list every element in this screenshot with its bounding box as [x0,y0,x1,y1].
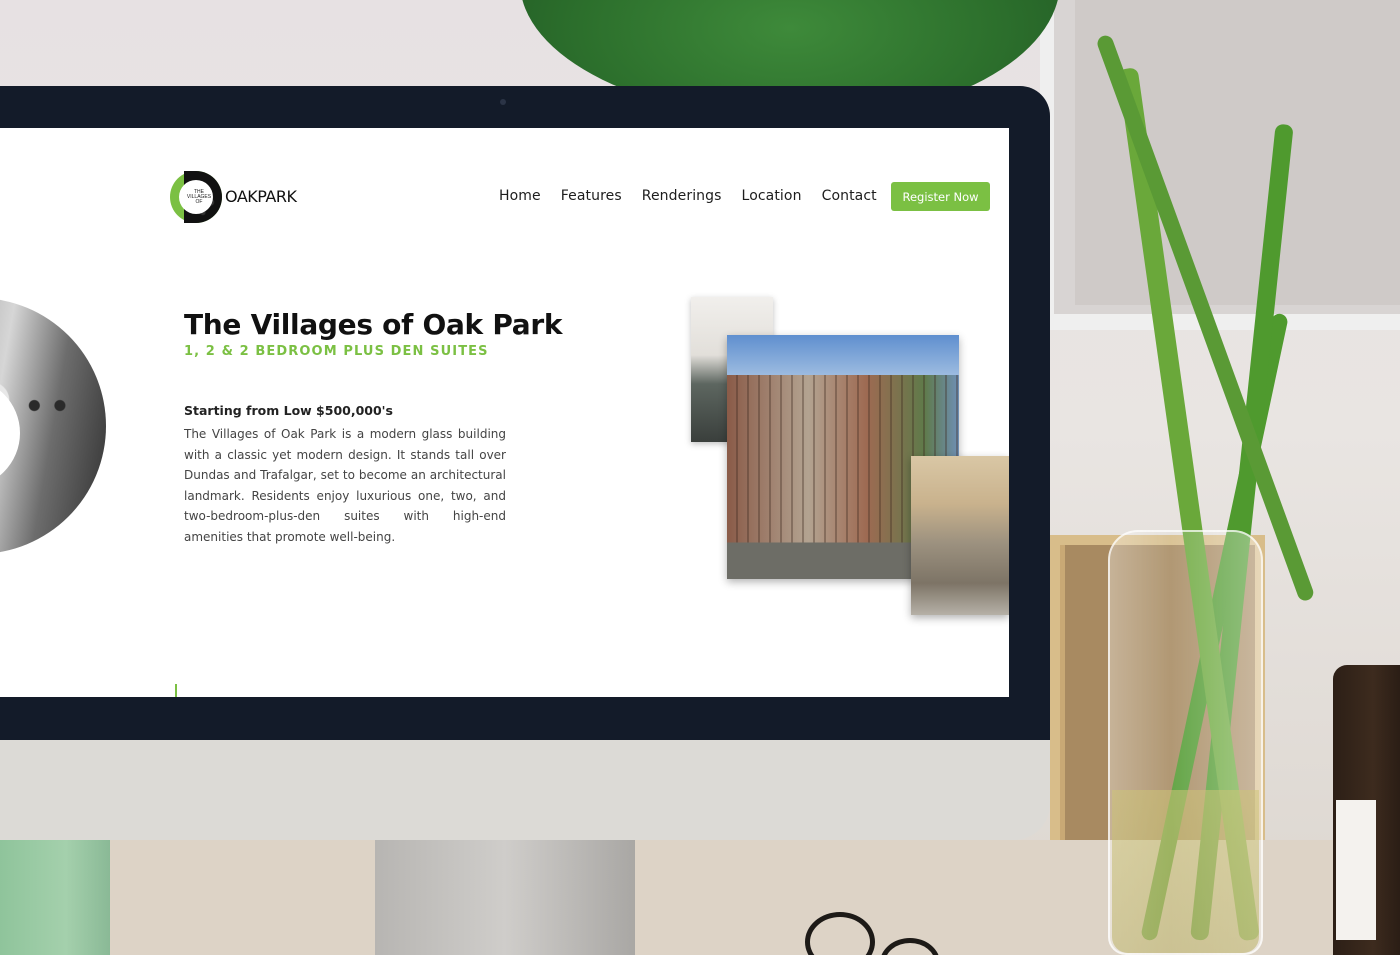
main-navigation: Home Features Renderings Location Contac… [499,188,897,204]
website-screen: THE VILLAGES OF OAKPARK Home Features Re… [0,128,1009,697]
nav-features[interactable]: Features [561,188,622,204]
camera-icon [500,99,506,105]
nav-renderings[interactable]: Renderings [642,188,722,204]
monitor-stand [375,838,635,955]
bottle-label [1336,800,1376,940]
hero-subtitle: 1, 2 & 2 BEDROOM PLUS DEN SUITES [184,344,489,359]
nav-home[interactable]: Home [499,188,541,204]
wall-art [1075,0,1400,305]
register-now-button[interactable]: Register Now [891,182,990,211]
accent-divider [175,684,177,697]
hero-title: The Villages of Oak Park [184,308,563,341]
nav-location[interactable]: Location [742,188,802,204]
logo-wordmark: OAKPARK [225,187,297,206]
building-sky-overlay [727,335,959,375]
hero-description: The Villages of Oak Park is a modern gla… [184,427,506,544]
logo-small-text: THE VILLAGES OF [179,180,213,214]
nav-contact[interactable]: Contact [822,188,877,204]
oakpark-logo[interactable]: THE VILLAGES OF OAKPARK [170,171,300,223]
vase-water [1112,790,1259,953]
lobby-rendering-image[interactable] [911,456,1009,615]
price-heading: Starting from Low $500,000's [184,403,393,418]
